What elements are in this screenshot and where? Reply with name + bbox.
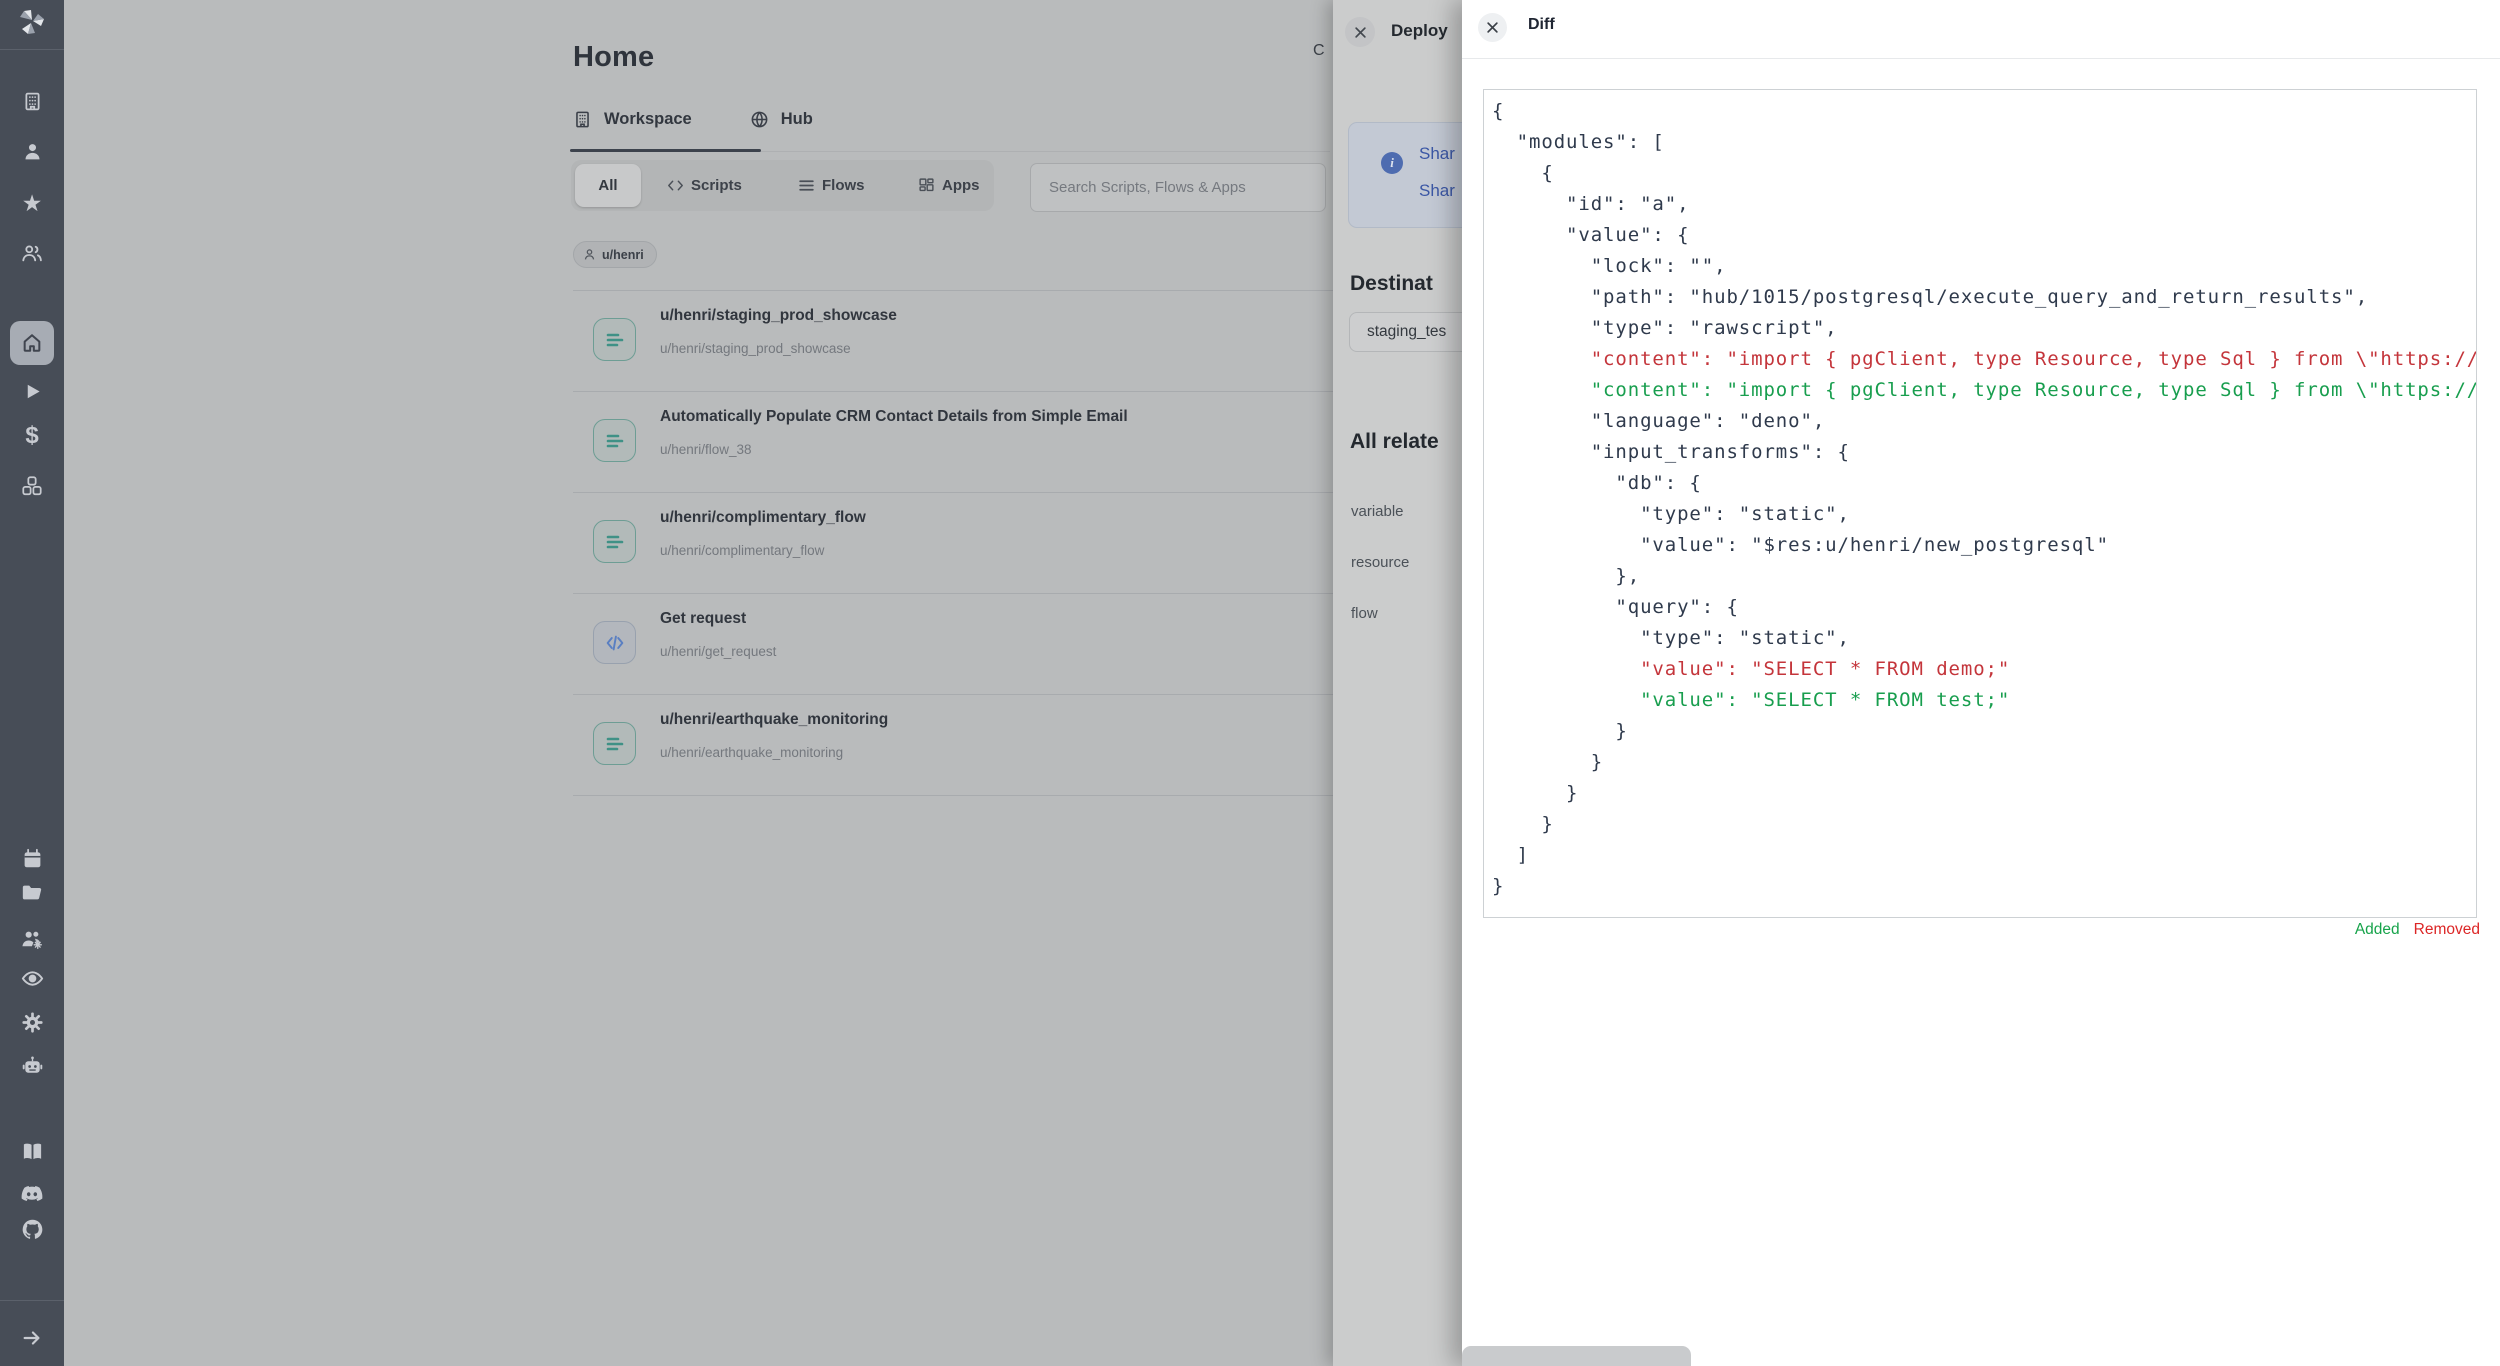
item-path: u/henri/complimentary_flow [660,543,824,558]
legend-added: Added [2355,921,2400,939]
active-tab-underline [570,149,761,152]
sidebar-divider [0,49,64,50]
script-icon [593,621,636,664]
building-icon [573,110,592,129]
tab-hub[interactable]: Hub [750,110,813,129]
page-title: Home [573,41,654,74]
item-path: u/henri/staging_prod_showcase [660,341,851,356]
sidebar-divider-bottom [0,1300,64,1301]
tab-workspace[interactable]: Workspace [573,110,692,129]
star-icon[interactable]: ★ [20,191,44,215]
collapse-arrow-icon[interactable] [20,1326,44,1350]
diff-drawer-title: Diff [1528,16,1555,34]
tab-workspace-label: Workspace [604,110,692,129]
tab-bar: Workspace Hub [573,110,813,129]
docs-book-icon[interactable] [20,1139,44,1163]
item-title: u/henri/earthquake_monitoring [660,711,888,729]
item-title: u/henri/complimentary_flow [660,509,866,527]
person-icon [583,248,596,261]
list-item[interactable]: u/henri/staging_prod_showcase u/henri/st… [573,290,1333,391]
user-icon[interactable] [20,139,44,163]
destination-value: staging_tes [1367,323,1446,341]
flow-icon [593,318,636,361]
item-path: u/henri/get_request [660,644,776,659]
globe-icon [750,110,769,129]
list-item[interactable]: u/henri/earthquake_monitoring u/henri/ea… [573,694,1333,796]
horizontal-scrollbar-thumb[interactable] [1462,1346,1691,1366]
groups-settings-icon[interactable] [20,927,44,951]
filter-all-label: All [598,177,617,194]
windmill-app: ★ $ [0,0,2500,1366]
runs-play-icon[interactable] [20,379,44,403]
code-icon [667,177,684,194]
diff-code-box: { "modules": [ { "id": "a", "value": { "… [1483,89,2477,918]
info-link-1[interactable]: Shar [1419,144,1455,164]
variables-dollar-icon[interactable]: $ [20,424,44,448]
close-icon [1353,25,1368,40]
filter-apps-label: Apps [942,177,980,194]
drawer-close-button[interactable] [1478,13,1507,42]
item-title: Get request [660,610,746,628]
drawer-header-divider [1462,58,2500,59]
filter-scripts[interactable]: Scripts [667,160,742,211]
diff-drawer: Diff { "modules": [ { "id": "a", "value"… [1462,0,2500,1366]
search-box [1030,163,1326,212]
list-item[interactable]: Get request u/henri/get_request [573,593,1333,694]
settings-gear-icon[interactable] [20,1010,44,1034]
deploy-modal-title: Deploy [1391,21,1448,41]
close-icon [1485,20,1500,35]
github-icon[interactable] [20,1217,44,1241]
schedules-calendar-icon[interactable] [20,846,44,870]
sidebar-item-home[interactable] [10,321,54,365]
audit-eye-icon[interactable] [20,966,44,990]
group-icon[interactable] [20,241,44,265]
home-icon [21,332,43,354]
item-path: u/henri/flow_38 [660,442,752,457]
workspace-building-icon[interactable] [20,89,44,113]
bars-icon [798,177,815,194]
item-list: u/henri/staging_prod_showcase u/henri/st… [573,290,1333,796]
related-type: variable [1351,503,1404,520]
item-title: u/henri/staging_prod_showcase [660,307,897,325]
info-link-2[interactable]: Shar [1419,181,1455,201]
filter-all[interactable]: All [575,164,641,207]
diff-legend: Added Removed [2355,921,2480,939]
search-input[interactable] [1047,178,1311,197]
info-icon: i [1381,152,1403,174]
related-type: flow [1351,605,1378,622]
flow-icon [593,520,636,563]
resources-cubes-icon[interactable] [20,474,44,498]
list-item[interactable]: Automatically Populate CRM Contact Detai… [573,391,1333,492]
windmill-logo-icon[interactable] [17,8,47,36]
filter-apps[interactable]: Apps [918,160,980,211]
filter-flows[interactable]: Flows [798,160,865,211]
tab-hub-label: Hub [781,110,813,129]
owner-filter-chip[interactable]: u/henri [573,241,657,268]
flow-icon [593,419,636,462]
related-heading: All relate [1350,430,1439,454]
item-title: Automatically Populate CRM Contact Detai… [660,408,1128,426]
diff-code: { "modules": [ { "id": "a", "value": { "… [1484,90,2476,902]
layout-grid-icon [918,177,935,194]
folders-icon[interactable] [20,881,44,905]
item-path: u/henri/earthquake_monitoring [660,745,843,760]
related-type: resource [1351,554,1409,571]
discord-icon[interactable] [20,1182,44,1206]
list-item[interactable]: u/henri/complimentary_flow u/henri/compl… [573,492,1333,593]
sidebar: ★ $ [0,0,64,1366]
filter-scripts-label: Scripts [691,177,742,194]
owner-chip-label: u/henri [602,248,644,262]
create-button-clipped[interactable]: C [1313,42,1325,60]
filter-flows-label: Flows [822,177,865,194]
flow-icon [593,722,636,765]
modal-close-button[interactable] [1345,17,1375,47]
legend-removed: Removed [2414,921,2480,939]
ai-robot-icon[interactable] [20,1054,44,1078]
destination-heading: Destinat [1350,272,1433,296]
